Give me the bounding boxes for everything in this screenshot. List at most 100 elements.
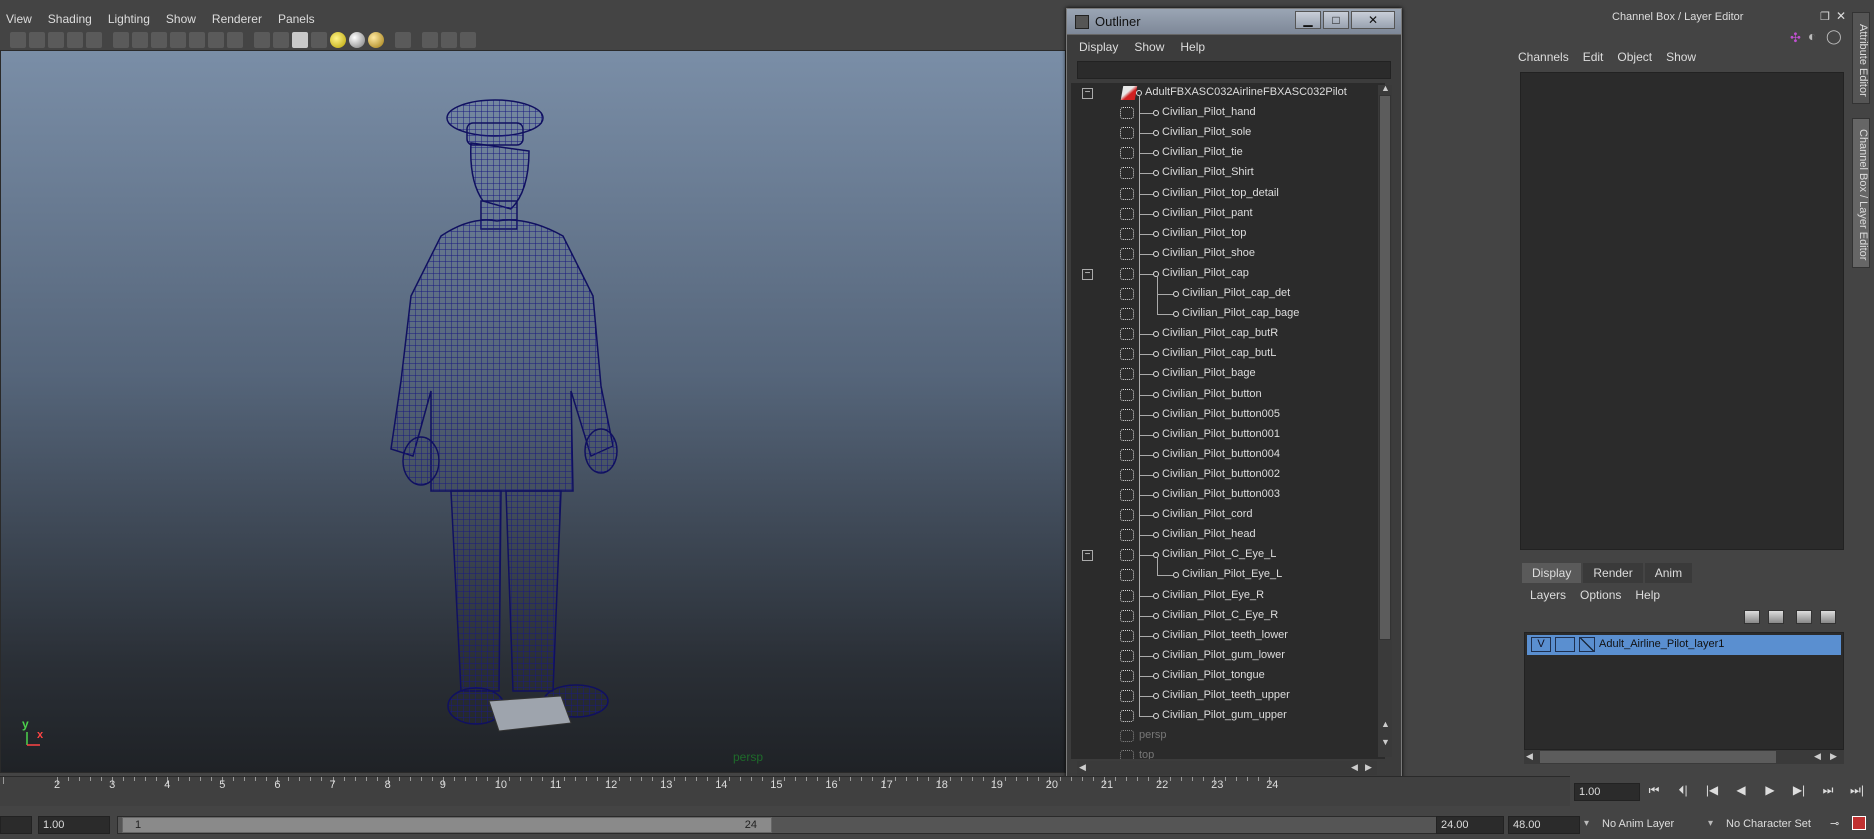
outliner-item[interactable]: Civilian_Pilot_cap_butL [1071, 344, 1381, 364]
step-back-frame-icon[interactable]: |◀ [1703, 783, 1721, 798]
current-frame-field[interactable]: 1.00 [1574, 783, 1640, 801]
resolution-gate-icon[interactable] [151, 32, 167, 48]
playback-start-field[interactable]: 1.00 [38, 816, 110, 834]
xray-components-icon[interactable] [460, 32, 476, 48]
play-backwards-icon[interactable]: ◀ [1732, 783, 1750, 798]
move-down-layer-icon[interactable] [1820, 610, 1836, 624]
menu-panels[interactable]: Panels [278, 12, 315, 26]
anim-layer-dropdown[interactable]: No Anim Layer [1602, 818, 1674, 830]
layer-horizontal-scrollbar[interactable]: ◀ ◀ ▶ [1524, 750, 1844, 764]
tab-render[interactable]: Render [1583, 563, 1643, 583]
channel-menu-object[interactable]: Object [1617, 50, 1652, 64]
menu-renderer[interactable]: Renderer [212, 12, 262, 26]
channel-menu-show[interactable]: Show [1666, 50, 1696, 64]
select-camera-icon[interactable] [10, 32, 26, 48]
2d-pan-zoom-icon[interactable] [86, 32, 102, 48]
xray-icon[interactable] [422, 32, 438, 48]
play-forwards-icon[interactable]: ▶ [1761, 783, 1779, 798]
outliner-item[interactable]: Civilian_Pilot_shoe [1071, 244, 1381, 264]
key-icon[interactable]: ⊸ [1830, 817, 1839, 830]
outliner-horizontal-scrollbar[interactable]: ◀ ◀ ▶ [1077, 761, 1377, 775]
outliner-item[interactable]: Civilian_Pilot_cap_det [1071, 284, 1381, 304]
layer-scroll-thumb[interactable] [1540, 751, 1776, 763]
outliner-menu-help[interactable]: Help [1180, 40, 1205, 54]
outliner-item[interactable]: Civilian_Pilot_top_detail [1071, 184, 1381, 204]
field-chart-icon[interactable] [189, 32, 205, 48]
outliner-scroll-thumb[interactable] [1379, 95, 1391, 640]
scroll-left-icon[interactable]: ◀ [1526, 751, 1533, 762]
step-forward-frame-icon[interactable]: ▶| [1790, 783, 1808, 798]
outliner-item[interactable]: Civilian_Pilot_Eye_R [1071, 586, 1381, 606]
scroll-right-icon[interactable]: ▶ [1830, 751, 1837, 762]
safe-title-icon[interactable] [227, 32, 243, 48]
grid-icon[interactable] [113, 32, 129, 48]
film-gate-icon[interactable] [132, 32, 148, 48]
outliner-item[interactable]: − AdultFBXASC032AirlineFBXASC032Pilot [1071, 83, 1381, 103]
menu-show[interactable]: Show [166, 12, 196, 26]
layer-menu-layers[interactable]: Layers [1530, 588, 1566, 602]
outliner-item[interactable]: Civilian_Pilot_tie [1071, 143, 1381, 163]
layer-playback-toggle[interactable] [1555, 637, 1575, 652]
auto-key-icon[interactable] [1852, 816, 1866, 830]
outliner-item[interactable]: Civilian_Pilot_Eye_L [1071, 565, 1381, 585]
outliner-item[interactable]: Civilian_Pilot_sole [1071, 123, 1381, 143]
isolate-select-icon[interactable] [395, 32, 411, 48]
outliner-filter-input[interactable] [1077, 61, 1391, 79]
outliner-item[interactable]: Civilian_Pilot_gum_lower [1071, 646, 1381, 666]
outliner-item[interactable]: top [1071, 746, 1381, 759]
wireframe-on-shaded-icon[interactable] [292, 32, 308, 48]
close-panel-icon[interactable]: ✕ [1836, 9, 1846, 23]
close-button[interactable]: ✕ [1351, 11, 1395, 29]
time-slider[interactable]: 2 3 4 5 6 7 8 9 10 11 12 13 14 15 16 17 18 19 20 21 22 23 24 [0, 776, 1570, 806]
wireframe-icon[interactable] [254, 32, 270, 48]
character-set-dropdown[interactable]: No Character Set [1726, 818, 1811, 830]
tab-anim[interactable]: Anim [1644, 563, 1693, 583]
step-back-key-icon[interactable]: ⏴| [1674, 783, 1692, 798]
float-panel-icon[interactable]: ❐ [1820, 10, 1830, 23]
range-slider-handle[interactable]: 1 24 [122, 817, 772, 833]
menu-shading[interactable]: Shading [48, 12, 92, 26]
collapse-icon[interactable]: − [1082, 268, 1093, 280]
scroll-up-icon[interactable]: ▲ [1381, 719, 1390, 729]
tab-attribute-editor[interactable]: Attribute Editor [1852, 12, 1870, 104]
start-time-field[interactable] [0, 816, 32, 834]
xray-joints-icon[interactable] [441, 32, 457, 48]
textured-icon[interactable] [311, 32, 327, 48]
outliner-item[interactable]: Civilian_Pilot_button005 [1071, 405, 1381, 425]
maximize-button[interactable]: □ [1323, 11, 1349, 29]
chevron-down-icon[interactable]: ▾ [1708, 818, 1713, 829]
outliner-item[interactable]: Civilian_Pilot_button002 [1071, 465, 1381, 485]
new-layer-empty-icon[interactable] [1744, 610, 1760, 624]
outliner-item[interactable]: Civilian_Pilot_hand [1071, 103, 1381, 123]
outliner-item[interactable]: Civilian_Pilot_head [1071, 525, 1381, 545]
manipulator-icon[interactable]: ✣ [1790, 30, 1801, 46]
outliner-item[interactable]: Civilian_Pilot_Shirt [1071, 163, 1381, 183]
outliner-item[interactable]: Civilian_Pilot_pant [1071, 204, 1381, 224]
scroll-right-icon[interactable]: ▶ [1365, 762, 1372, 773]
chevron-down-icon[interactable]: ▾ [1584, 818, 1589, 829]
outliner-item[interactable]: Civilian_Pilot_cap_bage [1071, 304, 1381, 324]
outliner-item[interactable]: Civilian_Pilot_button004 [1071, 445, 1381, 465]
camera-attributes-icon[interactable] [29, 32, 45, 48]
outliner-item[interactable]: Civilian_Pilot_C_Eye_R [1071, 606, 1381, 626]
outliner-item[interactable]: Civilian_Pilot_teeth_upper [1071, 686, 1381, 706]
channel-menu-channels[interactable]: Channels [1518, 50, 1569, 64]
layer-visibility-toggle[interactable]: V [1531, 637, 1551, 652]
end-time-field[interactable]: 48.00 [1508, 816, 1580, 834]
image-plane-icon[interactable] [67, 32, 83, 48]
go-to-end-icon[interactable]: ⏭| [1848, 783, 1866, 798]
bookmark-icon[interactable] [48, 32, 64, 48]
smooth-shade-icon[interactable] [273, 32, 289, 48]
use-all-lights-icon[interactable] [330, 32, 346, 48]
channel-box-body[interactable] [1520, 72, 1844, 550]
outliner-item[interactable]: persp [1071, 726, 1381, 746]
scroll-down-icon[interactable]: ▼ [1381, 737, 1390, 747]
hyper-icon[interactable]: ◯ [1826, 28, 1842, 45]
layer-color-swatch[interactable] [1579, 637, 1595, 652]
layer-menu-help[interactable]: Help [1635, 588, 1660, 602]
outliner-item[interactable]: Civilian_Pilot_cap_butR [1071, 324, 1381, 344]
outliner-item[interactable]: Civilian_Pilot_button [1071, 385, 1381, 405]
scroll-left-icon[interactable]: ◀ [1351, 762, 1358, 773]
3d-viewport[interactable] [0, 50, 1066, 773]
menu-view[interactable]: View [6, 12, 32, 26]
